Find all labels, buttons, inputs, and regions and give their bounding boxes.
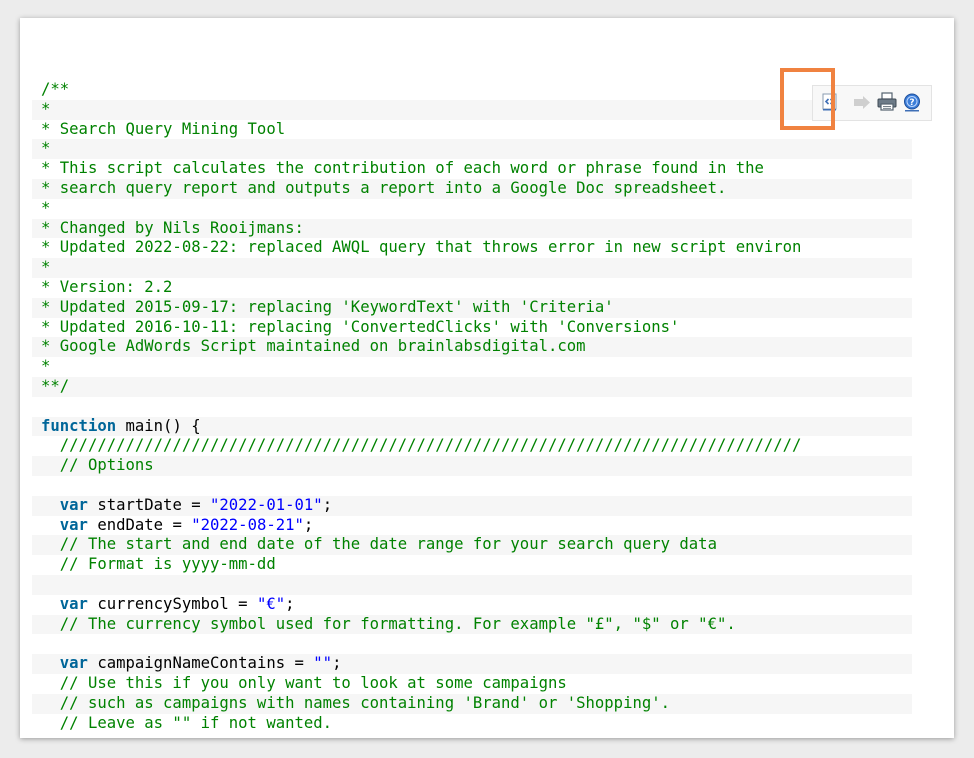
code-text: ; — [285, 594, 295, 613]
code-line: // The start and end date of the date ra… — [32, 535, 912, 556]
code-line: var currencySymbol = "€"; — [32, 595, 912, 615]
code-line: function main() { — [32, 416, 912, 437]
code-line: * Updated 2016-10-11: replacing 'Convert… — [41, 317, 680, 336]
code-line: var endDate = "2022-08-21"; — [32, 516, 912, 536]
code-line: var startDate = "2022-01-01"; — [32, 495, 912, 516]
code-line: * Version: 2.2 — [41, 277, 173, 296]
code-viewer-window: /** * * Search Query Mining Tool * * Thi… — [20, 18, 954, 738]
keyword: var — [59, 654, 88, 673]
print-icon[interactable] — [876, 92, 897, 112]
string-literal: "" — [313, 654, 333, 673]
keyword: function — [41, 416, 117, 435]
code-line: * — [32, 139, 912, 160]
keyword: var — [59, 594, 88, 613]
code-text: startDate = — [87, 495, 211, 514]
string-literal: "2022-01-01" — [210, 495, 323, 514]
code-text: main() { — [116, 416, 201, 435]
svg-text:?: ? — [909, 98, 914, 108]
help-icon[interactable]: ? — [902, 92, 922, 112]
highlight-box — [780, 68, 835, 130]
code-text: ; — [322, 495, 333, 514]
code-line: * search query report and outputs a repo… — [32, 178, 912, 199]
code-line: * Updated 2022-08-22: replaced AWQL quer… — [41, 238, 802, 257]
code-line: **/ — [32, 376, 912, 397]
code-line: var campaignNameContains = ""; — [32, 654, 912, 674]
string-literal: "€" — [256, 594, 286, 613]
code-line: * Google AdWords Script maintained on br… — [32, 337, 912, 358]
code-line: * — [32, 258, 912, 278]
keyword: var — [59, 495, 88, 514]
code-line: * This script calculates the contributio… — [41, 159, 764, 178]
code-line: // Use this if you only want to look at … — [41, 673, 567, 692]
code-text: ; — [303, 515, 314, 534]
string-literal: "2022-08-21" — [191, 515, 304, 534]
code-line: * — [41, 198, 51, 217]
code-line: // The currency symbol used for formatti… — [32, 614, 912, 635]
code-line: ////////////////////////////////////////… — [41, 436, 802, 455]
code-text: ; — [332, 654, 342, 673]
copy-icon[interactable] — [852, 92, 872, 112]
code-line: // Options — [32, 456, 912, 476]
code-line — [32, 574, 912, 595]
code-line: * — [41, 357, 51, 376]
code-line: // such as campaigns with names containi… — [32, 693, 912, 714]
code-line: // Leave as "" if not wanted. — [41, 713, 333, 732]
code-text: endDate = — [87, 515, 192, 534]
code-line: * Updated 2015-09-17: replacing 'Keyword… — [32, 297, 912, 318]
code-block: /** * * Search Query Mining Tool * * Thi… — [32, 80, 912, 733]
code-line: // Format is yyyy-mm-dd — [41, 555, 276, 574]
code-text: currencySymbol = — [87, 594, 257, 613]
keyword: var — [59, 515, 88, 534]
code-text: campaignNameContains = — [87, 654, 314, 673]
code-line: * Changed by Nils Rooijmans: — [32, 218, 912, 239]
